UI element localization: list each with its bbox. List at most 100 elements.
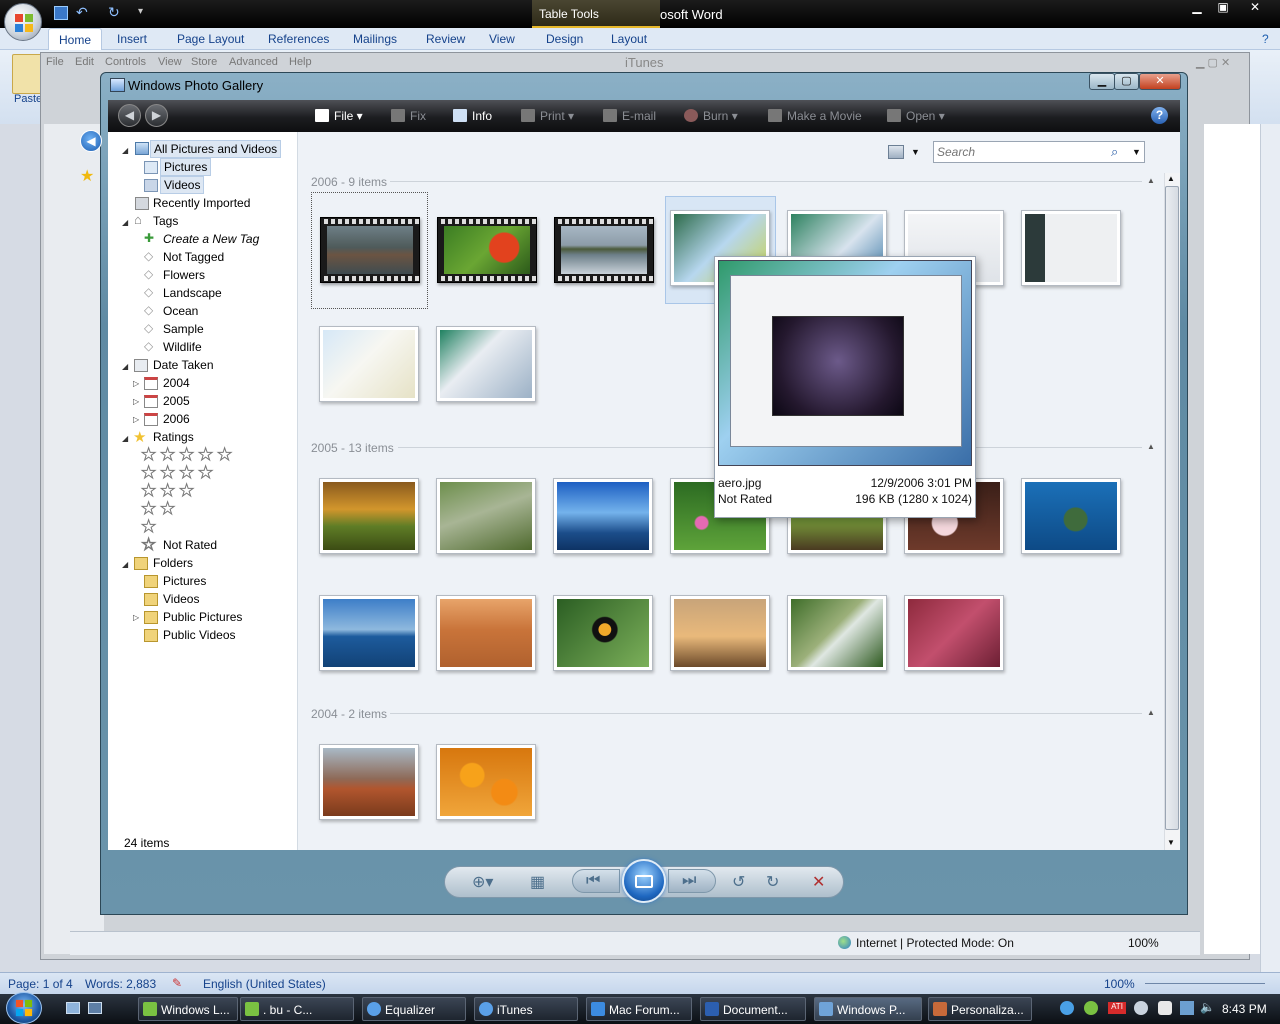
photo-thumbnail-savanna-trees[interactable] (670, 595, 770, 671)
tab-insert[interactable]: Insert (117, 32, 147, 46)
itunes-menu-help[interactable]: Help (289, 56, 312, 68)
undo-icon[interactable]: ↶ (76, 5, 90, 20)
switch-windows-icon[interactable] (88, 1002, 102, 1014)
word-help-icon[interactable]: ? (1262, 32, 1269, 46)
photo-thumbnail-blue-sky[interactable] (553, 478, 653, 554)
show-desktop-icon[interactable] (66, 1002, 80, 1014)
itunes-menu-controls[interactable]: Controls (105, 56, 146, 68)
office-button[interactable] (4, 3, 42, 41)
gallery-maximize-button[interactable]: ▢ (1114, 73, 1139, 90)
taskbar-item-bu[interactable]: . bu - C... (240, 997, 354, 1021)
file-menu[interactable]: File ▾ (315, 109, 363, 123)
burn-menu[interactable]: Burn ▾ (684, 109, 738, 123)
collapse-arrow-icon[interactable]: ◢ (122, 146, 128, 155)
language-status[interactable]: English (United States) (203, 977, 326, 991)
group-header-2006[interactable]: 2006 - 9 items (311, 175, 387, 189)
open-menu[interactable]: Open ▾ (887, 109, 945, 123)
nav-recently-imported[interactable]: Recently Imported (153, 196, 250, 210)
word-close-button[interactable]: ✕ (1244, 0, 1266, 16)
tray-app-icon[interactable] (1134, 1001, 1148, 1015)
itunes-menu-file[interactable]: File (46, 56, 64, 68)
itunes-menu-view[interactable]: View (158, 56, 182, 68)
page-count[interactable]: Page: 1 of 4 (8, 977, 73, 991)
taskbar-clock[interactable]: 8:43 PM (1222, 1002, 1267, 1016)
rating-2-stars[interactable]: ★ ★ (140, 500, 181, 518)
proofing-icon[interactable]: ✎ (172, 976, 182, 990)
photo-thumbnail-red-leaves[interactable] (904, 595, 1004, 671)
zoom-slider[interactable] (1145, 983, 1265, 984)
group-header-2004[interactable]: 2004 - 2 items (311, 707, 387, 721)
nav-year-2005[interactable]: 2005 (163, 394, 190, 408)
view-options-icon[interactable] (888, 145, 904, 159)
nav-tag-ocean[interactable]: Ocean (163, 304, 198, 318)
photo-thumbnail-orange-flowers[interactable] (436, 744, 536, 820)
rating-5-stars[interactable]: ★ ★ ★ ★ ★ (140, 446, 237, 464)
collapse-group-icon[interactable]: ▲ (1147, 176, 1155, 185)
nav-create-tag[interactable]: Create a New Tag (163, 232, 259, 246)
photo-thumbnail-desert-oryx[interactable] (436, 595, 536, 671)
print-menu[interactable]: Print ▾ (521, 109, 574, 123)
photo-thumbnail-screenshot-6[interactable] (436, 326, 536, 402)
video-thumbnail-lake[interactable] (554, 217, 654, 283)
nav-not-tagged[interactable]: Not Tagged (163, 250, 224, 264)
rating-3-stars[interactable]: ★ ★ ★ (140, 482, 199, 500)
expand-arrow-icon[interactable]: ▷ (133, 397, 139, 406)
tray-app-icon[interactable] (1158, 1001, 1172, 1015)
tab-review[interactable]: Review (426, 32, 465, 46)
photo-thumbnail-toucan[interactable] (553, 595, 653, 671)
word-zoom-level[interactable]: 100% (1104, 977, 1135, 991)
slideshow-button[interactable] (622, 859, 666, 903)
nav-not-rated[interactable]: Not Rated (163, 538, 217, 552)
scroll-down-icon[interactable]: ▼ (1167, 838, 1175, 847)
volume-icon[interactable]: 🔈 (1200, 1000, 1215, 1014)
expand-arrow-icon[interactable]: ▷ (133, 379, 139, 388)
ati-icon[interactable]: ATI (1108, 1002, 1126, 1014)
rating-1-star[interactable]: ★ (140, 518, 161, 536)
word-count[interactable]: Words: 2,883 (85, 977, 156, 991)
word-minimize-button[interactable]: ▁ (1186, 0, 1208, 16)
nav-folder-public-videos[interactable]: Public Videos (163, 628, 236, 642)
photo-thumbnail-stream[interactable] (436, 478, 536, 554)
zoom-icon[interactable]: ⊕▾ (472, 872, 493, 892)
group-header-2005[interactable]: 2005 - 13 items (311, 441, 394, 455)
nav-year-2004[interactable]: 2004 (163, 376, 190, 390)
make-movie-button[interactable]: Make a Movie (768, 109, 862, 123)
tray-status-icon[interactable] (1084, 1001, 1098, 1015)
tab-page-layout[interactable]: Page Layout (177, 32, 244, 46)
taskbar-item-document[interactable]: Document... (700, 997, 806, 1021)
photo-thumbnail-screenshot-5[interactable] (319, 326, 419, 402)
tab-references[interactable]: References (268, 32, 329, 46)
tab-layout[interactable]: Layout (611, 32, 647, 46)
nav-folder-videos[interactable]: Videos (163, 592, 199, 606)
video-thumbnail-butterfly[interactable] (437, 217, 537, 283)
expand-arrow-icon[interactable]: ▷ (133, 415, 139, 424)
start-button[interactable] (6, 992, 42, 1024)
itunes-menu-advanced[interactable]: Advanced (229, 56, 278, 68)
gallery-scrollbar-thumb[interactable] (1165, 186, 1179, 830)
save-icon[interactable] (54, 6, 68, 20)
delete-icon[interactable]: ✕ (812, 872, 825, 892)
scroll-up-icon[interactable]: ▲ (1167, 174, 1175, 183)
nav-all-pictures[interactable]: All Pictures and Videos (150, 140, 282, 158)
nav-tag-flowers[interactable]: Flowers (163, 268, 205, 282)
tab-design[interactable]: Design (546, 32, 583, 46)
nav-folder-public-pictures[interactable]: Public Pictures (163, 610, 242, 624)
redo-icon[interactable]: ↻ (108, 5, 122, 20)
itunes-menu-edit[interactable]: Edit (75, 56, 94, 68)
taskbar-item-personalization[interactable]: Personaliza... (928, 997, 1032, 1021)
tray-messenger-icon[interactable] (1060, 1001, 1074, 1015)
collapse-arrow-icon[interactable]: ◢ (122, 362, 128, 371)
taskbar-item-equalizer[interactable]: Equalizer (362, 997, 466, 1021)
collapse-group-icon[interactable]: ▲ (1147, 708, 1155, 717)
actual-size-icon[interactable]: ▦ (530, 872, 545, 892)
taskbar-item-mac-forum[interactable]: Mac Forum... (586, 997, 692, 1021)
word-vertical-scrollbar[interactable] (1260, 124, 1280, 974)
video-thumbnail-bear[interactable] (320, 217, 420, 283)
taskbar-item-windows-photo-gallery[interactable]: Windows P... (814, 997, 922, 1021)
qat-dropdown-icon[interactable]: ▾ (138, 6, 152, 20)
nav-tag-landscape[interactable]: Landscape (163, 286, 222, 300)
gallery-minimize-button[interactable]: ▁ (1089, 73, 1115, 90)
itunes-window-buttons[interactable]: ▁ ▢ ✕ (1196, 56, 1246, 70)
search-dropdown-icon[interactable]: ▼ (1132, 147, 1141, 157)
back-arrow-icon[interactable]: ◀ (118, 104, 141, 127)
